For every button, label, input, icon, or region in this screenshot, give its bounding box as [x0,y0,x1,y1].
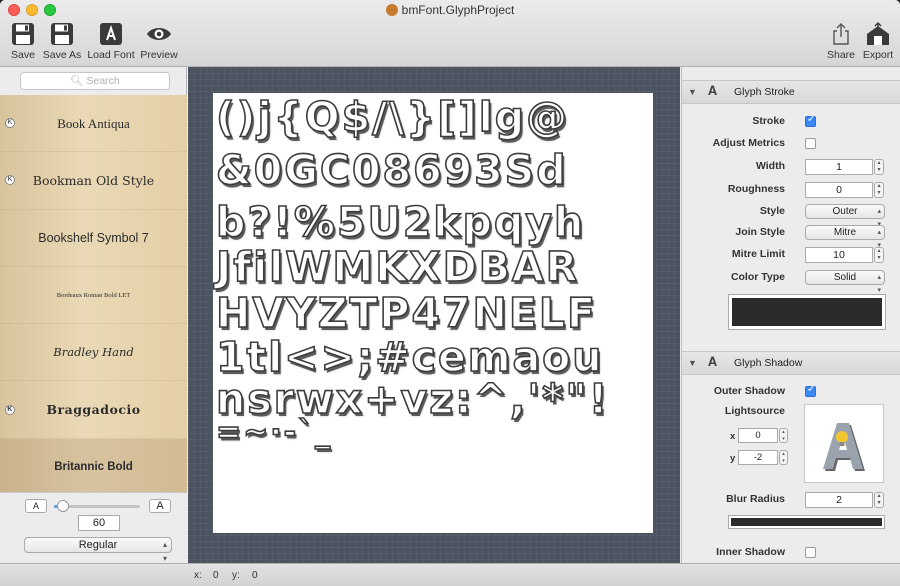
stroke-icon: 𝐀 [708,84,718,99]
decrease-size-button[interactable]: A [25,499,47,513]
share-icon [833,23,849,45]
glyph-row: 1tl<>;#cemaou [215,332,604,382]
disclosure-triangle-icon[interactable]: ▼ [688,87,697,97]
join-style-row: Join Style Mitre ▴ ▾ [682,224,900,249]
width-stepper[interactable]: ▴ ▾ [874,159,884,175]
shadow-icon: 𝐀 [708,355,718,370]
shadow-color-well[interactable] [728,515,885,529]
join-style-select[interactable]: Mitre ▴ ▾ [805,225,885,249]
inner-shadow-checkbox[interactable] [805,547,816,558]
glyph-shadow-section-header[interactable]: ▼ 𝐀 Glyph Shadow [682,351,900,375]
glyph-sheet[interactable]: ()j{Q$/\}[]lg@ &0GC08693Sd b?!%5U2kpqyh … [213,93,653,533]
mitre-limit-stepper[interactable]: ▴ ▾ [874,247,884,263]
font-style-select[interactable]: Regular ▴ ▾ [24,537,172,563]
glyph-row: JfilWMKXDBAR [215,242,580,292]
chevron-updown-icon: ▴▾ [162,540,167,563]
project-file-icon [385,4,398,16]
glyph-row: =~·-`_ [215,414,333,451]
glyph-row: ()j{Q$/\}[]lg@ [215,93,570,142]
glyph-row: b?!%5U2kpqyh [215,197,586,247]
blur-radius-row: Blur Radius 2 ▴ ▾ [682,491,900,509]
roughness-row: Roughness 0 ▴ ▾ [682,181,900,199]
color-type-row: Color Type Solid ▴ ▾ [682,269,900,294]
glyph-row: &0GC08693Sd [215,145,568,195]
y-label: y [730,453,736,464]
roughness-stepper[interactable]: ▴ ▾ [874,182,884,198]
font-list: K Book Antiqua K Bookman Old Style Books… [0,95,187,492]
stroke-checkbox[interactable] [805,114,816,127]
window-title: bmFont.GlyphProject [0,3,900,17]
font-size-slider[interactable] [54,500,140,512]
stroke-row: Stroke [682,113,900,131]
glyph-stroke-section-header[interactable]: ▼ 𝐀 Glyph Stroke [682,80,900,104]
mitre-limit-row: Mitre Limit 10 ▴ ▾ [682,246,900,264]
adjust-metrics-row: Adjust Metrics [682,135,900,153]
stroke-color-well[interactable] [728,294,886,330]
app-window: bmFont.GlyphProject Save Save As Load Fo… [0,0,900,586]
font-size-field[interactable]: 60 [78,515,120,531]
roughness-field[interactable]: 0 [805,182,873,198]
width-row: Width 1 ▴ ▾ [682,158,900,176]
search-input[interactable]: 🔍︎ Search [20,72,170,90]
inner-shadow-row: Inner Shadow [682,544,900,562]
cursor-x-value: 0 [213,570,219,581]
cursor-y-value: 0 [252,570,258,581]
lightsource-preview[interactable] [804,404,884,483]
disclosure-triangle-icon[interactable]: ▼ [688,358,697,368]
share-button[interactable]: Share [826,22,856,61]
blur-radius-field[interactable]: 2 [805,492,873,508]
x-label: x [730,431,736,442]
outer-shadow-checkbox[interactable] [805,384,816,397]
preview-button[interactable]: Preview [138,22,180,61]
font-item-bordeaux-roman-bold-let[interactable]: Bordeaux Roman Bold LET [0,267,187,325]
lightsource-y-stepper[interactable]: ▴ ▾ [779,450,788,465]
font-item-book-antiqua[interactable]: K Book Antiqua [0,95,187,153]
shadow-color-swatch [731,518,882,526]
lightsource-y-field[interactable]: -2 [738,450,778,465]
font-item-bookman-old-style[interactable]: K Bookman Old Style [0,152,187,210]
mitre-limit-field[interactable]: 10 [805,247,873,263]
font-item-braggadocio[interactable]: K Braggadocio [0,381,187,439]
style-row: Style Outer ▴▾ [682,203,900,228]
lightsource-x-field[interactable]: 0 [738,428,778,443]
status-bar: x: 0 y: 0 [0,563,900,586]
floppy-disk-icon [51,23,73,45]
floppy-disk-icon [12,23,34,45]
stroke-style-select[interactable]: Outer ▴▾ [805,204,885,228]
canvas-area: ()j{Q$/\}[]lg@ &0GC08693Sd b?!%5U2kpqyh … [188,67,680,563]
toolbar: bmFont.GlyphProject Save Save As Load Fo… [0,0,900,67]
font-size-slider-knob[interactable] [56,500,69,512]
cursor-y-label: y: [232,570,240,581]
export-icon [867,22,889,45]
font-file-icon [100,23,122,45]
save-as-button[interactable]: Save As [40,22,84,61]
search-icon: 🔍︎ [70,75,84,87]
font-size-controls: A A 60 Regular ▴ ▾ [0,492,187,563]
load-font-button[interactable]: Load Font [86,22,136,61]
save-button[interactable]: Save [8,22,38,61]
font-item-bradley-hand[interactable]: Bradley Hand [0,324,187,382]
eye-icon [147,28,171,40]
outer-shadow-row: Outer Shadow [682,383,900,401]
cursor-x-label: x: [194,570,202,581]
kerning-badge: K [5,118,15,129]
width-field[interactable]: 1 [805,159,873,175]
font-item-bookshelf-symbol-7[interactable]: Bookshelf Symbol 7 [0,210,187,267]
lightsource-letter-a-icon [823,423,865,471]
font-item-britannic-bold[interactable]: Britannic Bold [0,438,187,492]
blur-radius-stepper[interactable]: ▴ ▾ [874,492,884,508]
font-sidebar: 🔍︎ Search K Book Antiqua K Bookman Old S… [0,67,187,563]
kerning-badge: K [5,175,15,186]
color-type-select[interactable]: Solid ▴ ▾ [805,270,885,294]
glyph-row: HVYZTP47NELF [215,288,597,338]
inspector-panel: ▼ 𝐀 Glyph Stroke Stroke Adjust Metrics W… [681,67,900,563]
increase-size-button[interactable]: A [149,499,171,513]
adjust-metrics-checkbox[interactable] [805,138,816,149]
lightsource-x-stepper[interactable]: ▴ ▾ [779,428,788,443]
stroke-color-swatch [732,298,882,326]
export-button[interactable]: Export [860,22,896,61]
kerning-badge: K [5,404,15,415]
